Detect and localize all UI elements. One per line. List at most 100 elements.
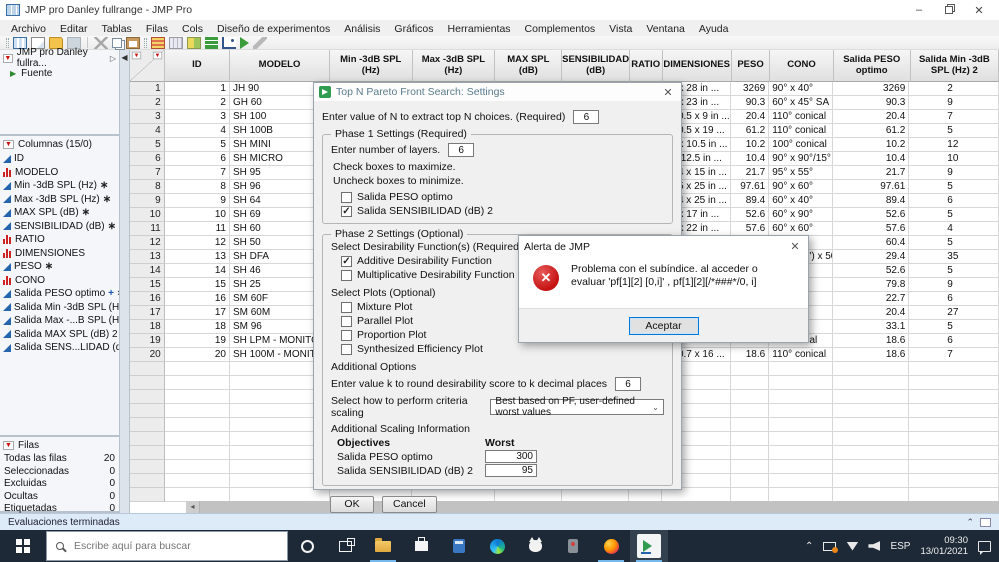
cell-salida-peso[interactable]: 33.1 <box>832 320 910 334</box>
cell-id[interactable]: 14 <box>164 264 230 278</box>
cell-id[interactable]: 9 <box>164 194 230 208</box>
cell-salida-min[interactable]: 9 <box>909 166 999 180</box>
cell-salida-peso[interactable]: 10.2 <box>832 138 910 152</box>
wifi-icon[interactable] <box>846 541 859 551</box>
cell-peso[interactable]: 3269 <box>730 82 770 96</box>
row-number-cell[interactable]: 8 <box>130 180 165 194</box>
cell-salida-min[interactable]: 5 <box>909 180 999 194</box>
cell-salida-min[interactable]: 27 <box>909 306 999 320</box>
column-item[interactable]: Salida MAX SPL (dB) 2 + ∗ <box>0 328 119 342</box>
scroll-left-icon[interactable]: ◂ <box>186 501 199 513</box>
cell-id[interactable]: 12 <box>164 236 230 250</box>
row-number-cell[interactable]: 2 <box>130 96 165 110</box>
column-item[interactable]: SENSIBILIDAD (dB) ∗ <box>0 220 119 234</box>
empty-cell[interactable] <box>909 418 999 432</box>
taskbar-item-jmp[interactable] <box>630 530 668 562</box>
empty-cell[interactable] <box>130 460 165 474</box>
empty-cell[interactable] <box>832 390 910 404</box>
menu-item[interactable]: Cols <box>175 23 210 35</box>
empty-cell[interactable] <box>909 390 999 404</box>
search-input[interactable] <box>72 539 242 553</box>
cell-cono[interactable]: 100° conical <box>769 138 833 152</box>
cell-cono[interactable]: 110° conical <box>769 348 833 362</box>
cell-id[interactable]: 3 <box>164 110 230 124</box>
row-number-cell[interactable]: 7 <box>130 166 165 180</box>
cell-salida-min[interactable]: 10 <box>909 152 999 166</box>
cell-peso[interactable]: 20.4 <box>730 110 770 124</box>
cell-salida-min[interactable]: 6 <box>909 194 999 208</box>
control-chart-icon[interactable] <box>222 36 236 49</box>
dialog-close-icon[interactable]: ✕ <box>660 86 676 99</box>
cell-id[interactable]: 19 <box>164 334 230 348</box>
clock[interactable]: 09:30 13/01/2021 <box>920 535 968 557</box>
cell-salida-min[interactable]: 5 <box>909 320 999 334</box>
column-item[interactable]: MAX SPL (dB) ∗ <box>0 206 119 220</box>
tray-chevron-up-icon[interactable]: ⌃ <box>805 541 813 552</box>
menu-item[interactable]: Vista <box>602 23 639 35</box>
empty-cell[interactable] <box>832 404 910 418</box>
empty-cell[interactable] <box>130 390 165 404</box>
empty-cell[interactable] <box>130 418 165 432</box>
row-number-cell[interactable]: 4 <box>130 124 165 138</box>
cell-id[interactable]: 17 <box>164 306 230 320</box>
cell-id[interactable]: 10 <box>164 208 230 222</box>
column-item[interactable]: CONO <box>0 274 119 288</box>
empty-cell[interactable] <box>909 362 999 376</box>
cell-salida-peso[interactable]: 10.4 <box>832 152 910 166</box>
cell-salida-peso[interactable]: 18.6 <box>832 348 910 362</box>
paste-icon[interactable] <box>126 36 140 49</box>
cell-salida-min[interactable]: 7 <box>909 348 999 362</box>
checkbox[interactable] <box>341 329 352 341</box>
row-number-cell[interactable]: 18 <box>130 320 165 334</box>
cell-cono[interactable]: 90° x 60° <box>769 180 833 194</box>
empty-cell[interactable] <box>769 376 833 390</box>
cell-id[interactable]: 1 <box>164 82 230 96</box>
empty-cell[interactable] <box>164 474 230 488</box>
cell-cono[interactable]: 60° x 45° SA <box>769 96 833 110</box>
cell-cono[interactable]: 110° conical <box>769 110 833 124</box>
sidebar-splitter[interactable]: ◀ <box>120 50 130 513</box>
scaling-dropdown[interactable]: Best based on PF, user-defined worst val… <box>490 396 664 418</box>
column-item[interactable]: Salida Max -...B SPL (Hz) 2 + <box>0 314 119 328</box>
red-triangle-menu-icon[interactable]: ▼ <box>3 139 14 149</box>
cell-id[interactable]: 8 <box>164 180 230 194</box>
empty-cell[interactable] <box>730 460 770 474</box>
menu-item[interactable]: Análisis <box>337 23 387 35</box>
run-source-icon[interactable]: ▶ <box>10 69 16 78</box>
cell-salida-peso[interactable]: 61.2 <box>832 124 910 138</box>
row-number-cell[interactable]: 5 <box>130 138 165 152</box>
data-table-icon[interactable] <box>151 36 165 49</box>
row-number-cell[interactable]: 6 <box>130 152 165 166</box>
cell-salida-min[interactable]: 5 <box>909 236 999 250</box>
copy-icon[interactable] <box>112 37 122 48</box>
column-item[interactable]: DIMENSIONES <box>0 247 119 261</box>
column-header[interactable]: SENSIBILIDAD (dB) <box>562 50 630 82</box>
cell-salida-peso[interactable]: 79.8 <box>832 278 910 292</box>
menu-item[interactable]: Archivo <box>4 23 53 35</box>
red-triangle-menu-icon[interactable]: ▼ <box>3 53 13 63</box>
taskbar-item-edge[interactable] <box>478 530 516 562</box>
red-triangle-menu-icon[interactable]: ▼ <box>3 440 14 450</box>
empty-cell[interactable] <box>730 432 770 446</box>
cell-id[interactable]: 6 <box>164 152 230 166</box>
worst-input[interactable]: 300 <box>485 450 537 463</box>
column-header[interactable]: Salida PESO optimo <box>833 50 911 82</box>
column-header[interactable]: Salida Min -3dB SPL (Hz) 2 <box>910 50 999 82</box>
split-grid-icon[interactable] <box>187 36 201 49</box>
empty-cell[interactable] <box>909 376 999 390</box>
cell-id[interactable]: 15 <box>164 278 230 292</box>
column-header[interactable]: DIMENSIONES <box>662 50 732 82</box>
menu-item[interactable]: Diseño de experimentos <box>210 23 337 35</box>
column-item[interactable]: PESO ∗ <box>0 260 119 274</box>
cell-cono[interactable]: 110° conical <box>769 124 833 138</box>
menu-item[interactable]: Ventana <box>639 23 692 35</box>
column-header[interactable]: MODELO <box>230 50 330 82</box>
cell-salida-peso[interactable]: 89.4 <box>832 194 910 208</box>
empty-cell[interactable] <box>130 446 165 460</box>
cell-id[interactable]: 11 <box>164 222 230 236</box>
empty-cell[interactable] <box>832 432 910 446</box>
column-header[interactable]: ID <box>164 50 231 82</box>
run-script-icon[interactable] <box>240 36 249 49</box>
menu-item[interactable]: Gráficos <box>387 23 440 35</box>
row-number-cell[interactable]: 3 <box>130 110 165 124</box>
